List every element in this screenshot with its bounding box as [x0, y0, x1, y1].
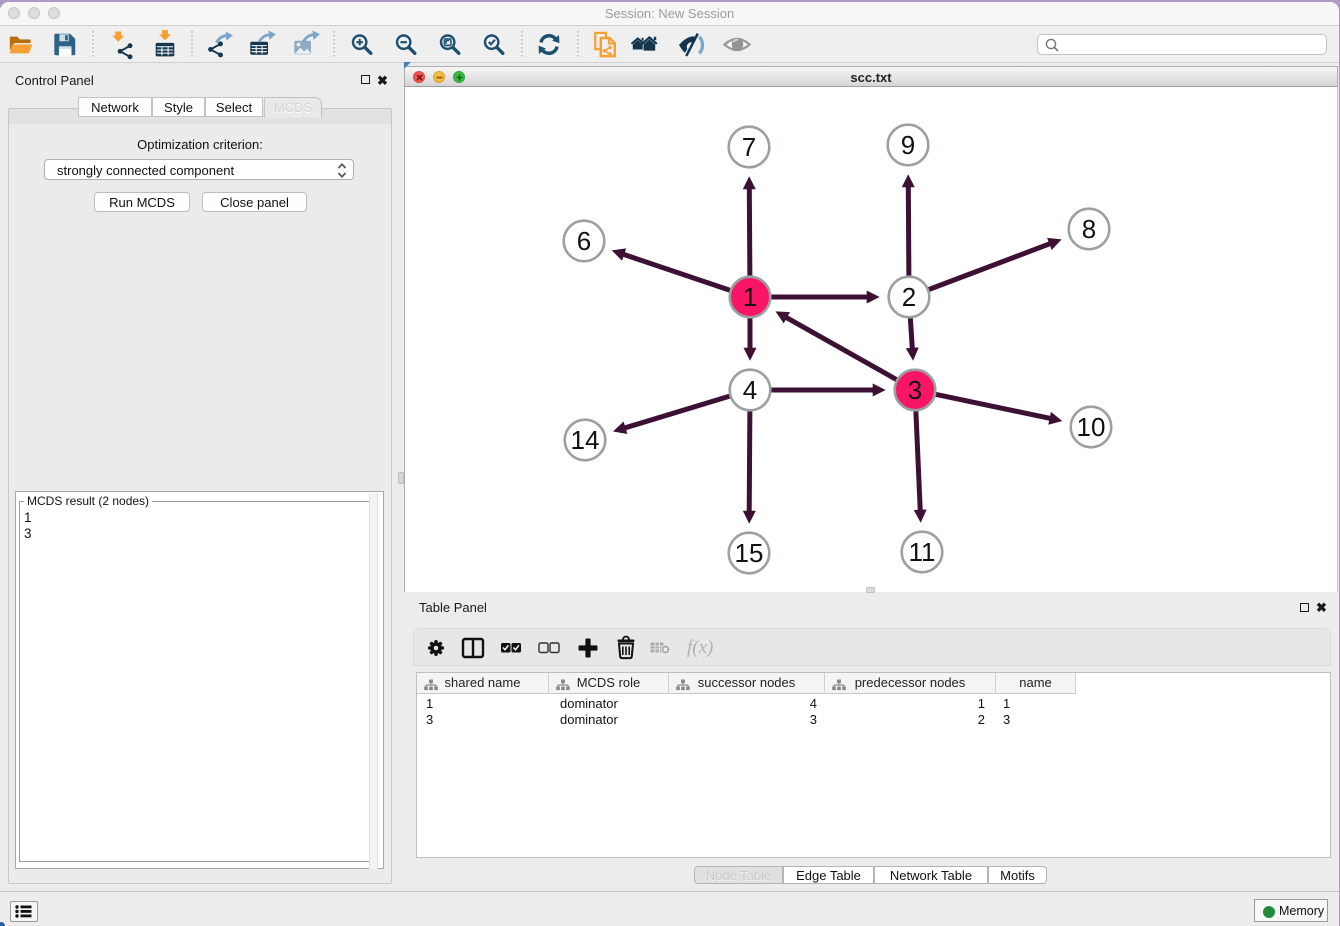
svg-text:11: 11	[909, 537, 936, 567]
svg-text:7: 7	[742, 132, 756, 162]
svg-text:10: 10	[1077, 412, 1106, 442]
svg-text:1: 1	[743, 282, 757, 312]
svg-text:6: 6	[577, 226, 591, 256]
svg-text:14: 14	[571, 425, 600, 455]
svg-text:8: 8	[1082, 214, 1096, 244]
svg-text:3: 3	[908, 375, 922, 405]
svg-text:9: 9	[901, 130, 915, 160]
svg-text:4: 4	[743, 375, 757, 405]
svg-text:2: 2	[902, 282, 916, 312]
svg-text:15: 15	[735, 538, 764, 568]
